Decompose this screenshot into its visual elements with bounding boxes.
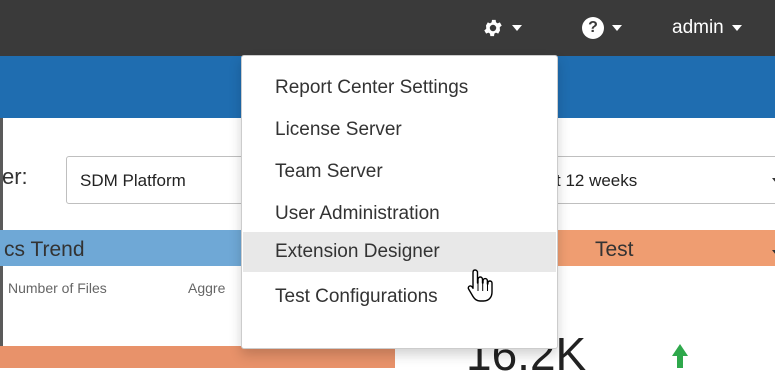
hand-pointer-cursor-icon — [467, 269, 493, 302]
test-widget-title: Test — [595, 238, 634, 261]
question-circle-icon: ? — [582, 17, 604, 39]
time-range-select[interactable]: t 12 weeks — [530, 156, 775, 204]
chevron-down-icon — [512, 25, 522, 31]
user-menu-toggle[interactable]: admin — [672, 0, 742, 56]
menu-item-user-administration[interactable]: User Administration — [243, 194, 556, 234]
trend-chart-bar — [0, 346, 395, 368]
menu-item-license-server[interactable]: License Server — [243, 110, 556, 150]
menu-item-extension-designer[interactable]: Extension Designer — [243, 232, 556, 272]
username-label: admin — [672, 17, 724, 38]
trend-widget-title: cs Trend — [4, 238, 85, 261]
gear-icon — [484, 19, 502, 37]
menu-item-report-center-settings[interactable]: Report Center Settings — [243, 68, 556, 108]
trend-up-arrow-stem — [677, 355, 683, 368]
chevron-down-icon — [731, 25, 742, 31]
menu-item-team-server[interactable]: Team Server — [243, 152, 556, 192]
help-menu-toggle[interactable]: ? — [582, 0, 622, 56]
settings-menu-toggle[interactable] — [482, 0, 522, 56]
filter-label: er: — [2, 164, 28, 189]
settings-dropdown-menu: Report Center Settings License Server Te… — [241, 55, 558, 349]
trend-metric-tab[interactable]: Aggre — [188, 280, 225, 296]
top-navbar: ? admin — [0, 0, 775, 56]
test-widget-header — [530, 230, 775, 266]
chevron-down-icon — [612, 25, 622, 31]
menu-item-test-configurations[interactable]: Test Configurations — [243, 277, 556, 317]
trend-metric-tab[interactable]: Number of Files — [8, 280, 107, 296]
